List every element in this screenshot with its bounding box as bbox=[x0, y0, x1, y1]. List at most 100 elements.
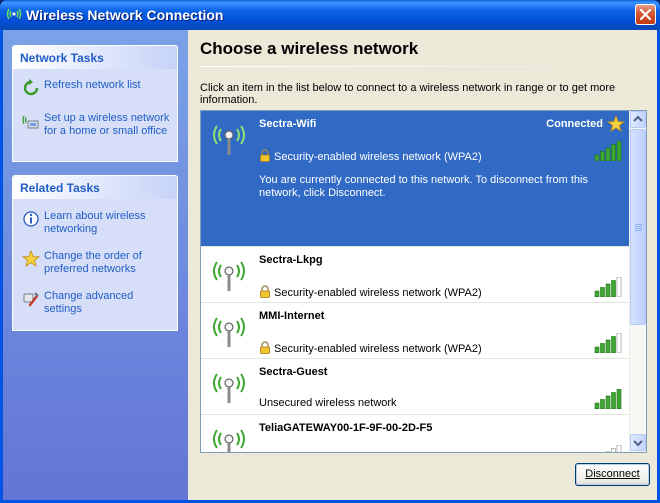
signal-bar bbox=[616, 389, 622, 409]
star-icon bbox=[22, 250, 40, 267]
signal-bar bbox=[611, 392, 616, 409]
network-security-label: Security-enabled wireless network (WPA2) bbox=[274, 151, 482, 163]
title-bar[interactable]: Wireless Network Connection bbox=[0, 0, 660, 30]
thumb-grip bbox=[635, 228, 642, 229]
network-security-label: Unsecured wireless network bbox=[259, 397, 397, 409]
network-security: Security-enabled wireless network (WPA2) bbox=[259, 341, 482, 355]
info-icon bbox=[23, 211, 39, 227]
signal-bar bbox=[600, 151, 605, 161]
main-pane: Choose a wireless network Click an item … bbox=[188, 30, 657, 500]
network-security-label: Security-enabled wireless network (WPA2) bbox=[274, 287, 482, 299]
network-item[interactable]: Sectra-Wifi Security-enabled wireless net… bbox=[201, 111, 629, 247]
network-item[interactable]: TeliaGATEWAY00-1F-9F-00-2D-F5 bbox=[201, 415, 629, 452]
wireless-antenna-icon bbox=[213, 125, 245, 155]
signal-strength-icon bbox=[594, 389, 622, 409]
signal-bar bbox=[611, 280, 616, 297]
signal-strength-icon bbox=[594, 333, 622, 353]
network-list[interactable]: TeliaGATEWAY00-1F-9F-00-2D-F5 Sectra-Gues… bbox=[200, 110, 647, 453]
star-icon bbox=[607, 115, 625, 132]
lock-icon bbox=[260, 341, 270, 354]
thumb-grip bbox=[635, 226, 642, 227]
signal-bar bbox=[616, 445, 622, 452]
signal-bar bbox=[616, 277, 622, 297]
heading-divider bbox=[200, 66, 655, 67]
network-security: Unsecured wireless network bbox=[259, 397, 397, 409]
signal-strength-icon bbox=[594, 141, 622, 161]
signal-bar bbox=[611, 336, 616, 353]
network-security: Security-enabled wireless network (WPA2) bbox=[259, 149, 482, 163]
disconnect-button[interactable]: Disconnect bbox=[575, 463, 650, 486]
signal-bar bbox=[605, 451, 611, 452]
wireless-antenna-icon bbox=[6, 8, 22, 20]
signal-bar bbox=[600, 343, 605, 353]
signal-bar bbox=[600, 399, 605, 409]
wireless-antenna-icon bbox=[213, 429, 245, 452]
network-item[interactable]: MMI-Internet Security-enabled wireless ne… bbox=[201, 303, 629, 359]
network-ssid: MMI-Internet bbox=[259, 310, 325, 322]
network-security: Security-enabled wireless network (WPA2) bbox=[259, 285, 482, 299]
signal-bar bbox=[600, 287, 605, 297]
signal-bar bbox=[605, 147, 611, 161]
change-preferred-order-label: Change the order of preferred networks bbox=[44, 250, 142, 275]
signal-bar bbox=[594, 290, 600, 297]
wireless-antenna-icon bbox=[213, 317, 245, 347]
setup-wireless-network-label: Set up a wireless network for a home or … bbox=[44, 112, 170, 137]
related-tasks-header: Related Tasks bbox=[13, 176, 177, 199]
network-security-label: Security-enabled wireless network (WPA2) bbox=[274, 343, 482, 355]
refresh-icon bbox=[23, 79, 39, 96]
wireless-antenna-icon bbox=[213, 261, 245, 291]
signal-bar bbox=[594, 402, 600, 409]
thumb-grip bbox=[635, 224, 642, 225]
signal-bar bbox=[594, 346, 600, 353]
setup-network-icon bbox=[22, 115, 39, 129]
connection-status: Connected bbox=[546, 118, 603, 130]
signal-bar bbox=[611, 448, 616, 452]
close-icon bbox=[639, 8, 652, 21]
network-item[interactable]: Sectra-Lkpg Security-enabled wireless net… bbox=[201, 247, 629, 303]
refresh-network-list-label: Refresh network list bbox=[44, 79, 141, 91]
signal-strength-icon bbox=[594, 277, 622, 297]
signal-bar bbox=[605, 395, 611, 409]
lock-icon bbox=[260, 149, 270, 162]
signal-bar bbox=[594, 154, 600, 161]
network-tasks-box: Network Tasks Refresh network list Set u… bbox=[12, 45, 178, 162]
refresh-network-list-link[interactable]: Refresh network list bbox=[13, 79, 177, 96]
related-tasks-box: Related Tasks Learn about wireless netwo… bbox=[12, 175, 178, 331]
network-tasks-header: Network Tasks bbox=[13, 46, 177, 69]
scroll-down-button[interactable] bbox=[630, 434, 646, 451]
scroll-thumb[interactable] bbox=[630, 129, 646, 325]
signal-bar bbox=[616, 141, 622, 161]
thumb-grip bbox=[635, 230, 642, 231]
disconnect-label: Disconnect bbox=[585, 468, 640, 480]
connection-message: You are currently connected to this netw… bbox=[259, 174, 588, 199]
chevron-up-icon bbox=[633, 115, 643, 122]
chevron-down-icon bbox=[633, 440, 643, 447]
lock-icon bbox=[260, 285, 270, 298]
network-ssid: Sectra-Lkpg bbox=[259, 254, 323, 266]
change-advanced-settings-link[interactable]: Change advanced settings bbox=[13, 290, 177, 316]
network-ssid: Sectra-Wifi bbox=[259, 118, 317, 130]
wireless-antenna-icon bbox=[213, 373, 245, 403]
network-item[interactable]: Sectra-Guest Unsecured wireless network bbox=[201, 359, 629, 415]
signal-strength-icon bbox=[605, 445, 622, 452]
network-ssid: TeliaGATEWAY00-1F-9F-00-2D-F5 bbox=[259, 422, 433, 434]
scroll-up-button[interactable] bbox=[630, 111, 646, 128]
change-preferred-order-link[interactable]: Change the order of preferred networks bbox=[13, 250, 177, 276]
signal-bar bbox=[616, 333, 622, 353]
instruction-text: Click an item in the list below to conne… bbox=[200, 82, 616, 106]
signal-bar bbox=[605, 283, 611, 297]
task-pane: Network Tasks Refresh network list Set u… bbox=[3, 30, 188, 500]
change-advanced-settings-label: Change advanced settings bbox=[44, 290, 134, 315]
learn-about-wireless-link[interactable]: Learn about wireless networking bbox=[13, 210, 177, 236]
window: Wireless Network Connection Network Task… bbox=[0, 0, 660, 503]
network-ssid: Sectra-Guest bbox=[259, 366, 328, 378]
learn-about-wireless-label: Learn about wireless networking bbox=[44, 210, 146, 235]
settings-icon bbox=[23, 292, 39, 307]
signal-bar bbox=[605, 339, 611, 353]
window-title: Wireless Network Connection bbox=[26, 7, 224, 23]
page-title: Choose a wireless network bbox=[200, 39, 419, 58]
setup-wireless-network-link[interactable]: Set up a wireless network for a home or … bbox=[13, 112, 177, 138]
close-button[interactable] bbox=[635, 4, 656, 25]
signal-bar bbox=[611, 144, 616, 161]
scrollbar[interactable] bbox=[629, 111, 646, 452]
